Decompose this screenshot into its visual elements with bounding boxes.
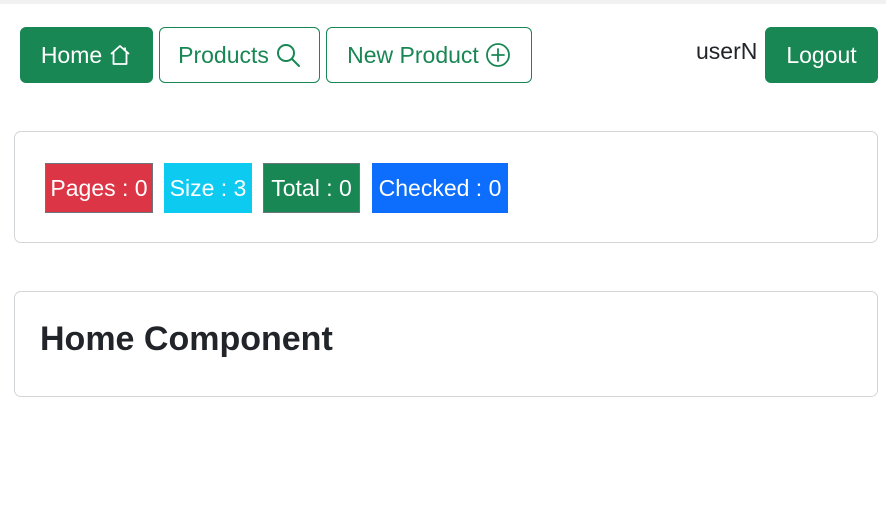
search-icon [275, 42, 301, 68]
pages-badge: Pages : 0 [45, 163, 153, 213]
logout-button-label: Logout [786, 41, 857, 68]
total-badge: Total : 0 [263, 163, 360, 213]
page-title: Home Component [40, 320, 333, 358]
house-icon [108, 43, 132, 67]
username-label: userN [696, 38, 758, 64]
stats-card: Pages : 0 Size : 3 Total : 0 Checked : 0 [14, 131, 878, 243]
plus-circle-icon [485, 42, 511, 68]
home-button[interactable]: Home [20, 27, 153, 83]
navbar: Home Products New Product userN Logout [0, 0, 886, 100]
new-product-button[interactable]: New Product [326, 27, 532, 83]
logout-button[interactable]: Logout [765, 27, 878, 83]
checked-badge: Checked : 0 [372, 163, 508, 213]
products-button-label: Products [178, 41, 269, 68]
new-product-button-label: New Product [347, 41, 479, 68]
home-component-card: Home Component [14, 291, 878, 397]
home-button-label: Home [40, 41, 103, 68]
products-button[interactable]: Products [159, 27, 320, 83]
size-badge: Size : 3 [164, 163, 252, 213]
